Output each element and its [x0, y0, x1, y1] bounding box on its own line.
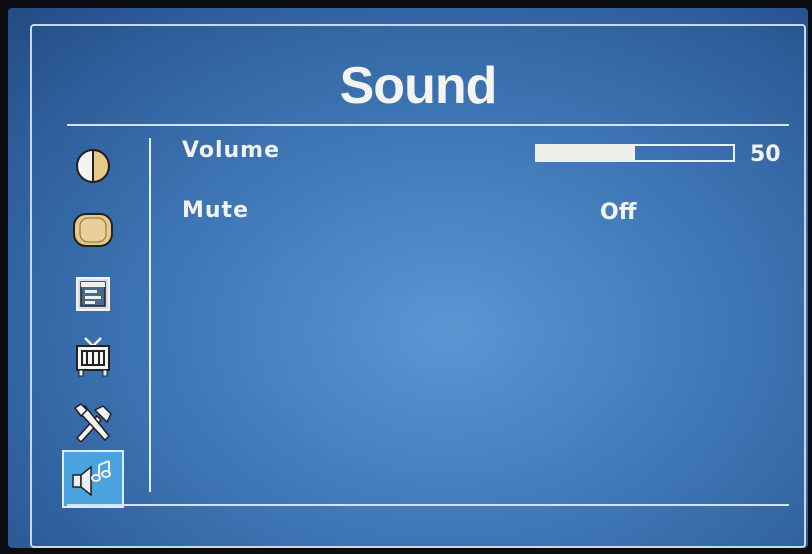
sidebar-item-picture[interactable]	[62, 138, 124, 194]
sound-icon	[72, 460, 111, 497]
contrast-icon	[76, 149, 110, 183]
page-title: Sound	[339, 57, 498, 115]
sidebar-item-image[interactable]	[62, 202, 124, 258]
volume-slider[interactable]	[535, 144, 735, 162]
window-settings-icon	[76, 277, 110, 311]
title-divider	[67, 124, 789, 126]
sidebar-item-sound[interactable]	[62, 450, 124, 508]
mute-label[interactable]: Mute	[182, 198, 249, 223]
aspect-icon	[73, 213, 113, 247]
osd-menu-frame: Sound Volume 50 Mute Off	[30, 24, 806, 548]
tools-icon	[73, 403, 112, 442]
osd-screen: Sound Volume 50 Mute Off	[8, 8, 808, 548]
volume-value: 50	[750, 142, 781, 167]
volume-label[interactable]: Volume	[182, 138, 280, 163]
sidebar-item-setup[interactable]	[62, 266, 124, 322]
sidebar-item-tools[interactable]	[62, 394, 124, 450]
mute-value[interactable]: Off	[600, 200, 637, 225]
footer-divider	[67, 504, 789, 506]
sidebar-item-tv[interactable]	[62, 330, 124, 386]
sidebar-divider	[149, 138, 151, 492]
volume-slider-fill	[537, 146, 635, 160]
tv-icon	[76, 337, 110, 377]
